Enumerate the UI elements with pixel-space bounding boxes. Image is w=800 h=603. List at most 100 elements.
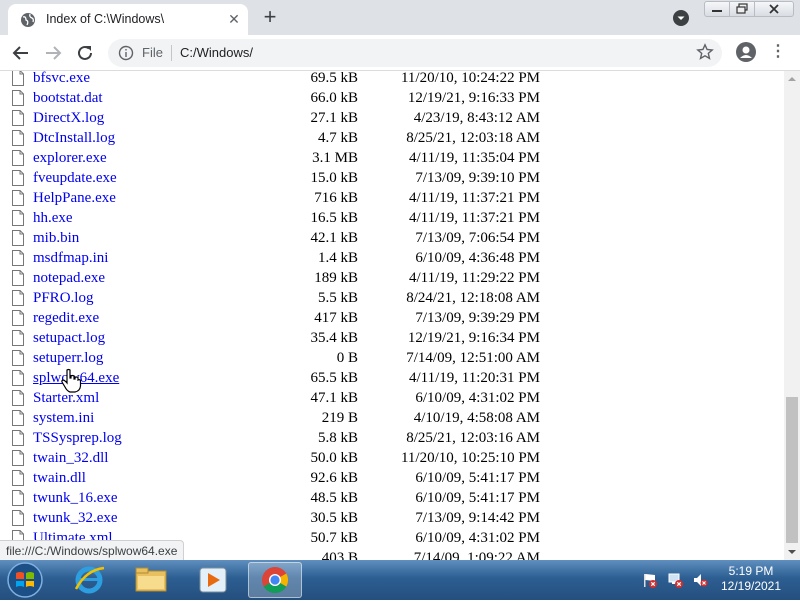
file-link[interactable]: twunk_32.exe <box>33 508 118 528</box>
file-icon <box>12 490 24 506</box>
system-clock[interactable]: 5:19 PM 12/19/2021 <box>710 564 792 594</box>
scroll-up-icon[interactable] <box>784 71 800 87</box>
file-date: 4/23/19, 8:43:12 AM <box>413 110 540 126</box>
file-date: 6/10/09, 5:41:17 PM <box>415 470 540 486</box>
internet-explorer-icon <box>74 566 105 594</box>
file-link[interactable]: system.ini <box>33 408 94 428</box>
taskbar-media-player[interactable] <box>186 562 240 598</box>
file-row: DtcInstall.log 4.7 kB 8/25/21, 12:03:18 AM <box>0 128 784 148</box>
file-date: 8/24/21, 12:18:08 AM <box>406 290 540 306</box>
start-orb-icon[interactable] <box>4 561 46 599</box>
menu-icon[interactable]: ⋮ <box>770 44 786 62</box>
file-size: 403 B <box>321 550 358 560</box>
taskbar-ie[interactable] <box>62 562 116 598</box>
file-link[interactable]: regedit.exe <box>33 308 99 328</box>
tab-active[interactable]: Index of C:\Windows\ ✕ <box>8 4 248 35</box>
file-link[interactable]: PFRO.log <box>33 288 93 308</box>
file-icon <box>12 90 24 106</box>
file-icon <box>12 110 24 126</box>
omnibox-divider <box>171 45 172 61</box>
profile-avatar-icon[interactable] <box>736 42 756 62</box>
file-row: bootstat.dat 66.0 kB 12/19/21, 9:16:33 PM <box>0 88 784 108</box>
address-bar[interactable]: File C:/Windows/ <box>108 39 722 67</box>
maximize-button[interactable] <box>729 1 755 17</box>
file-date: 7/14/09, 1:09:22 AM <box>413 550 540 560</box>
taskbar-explorer[interactable] <box>124 562 178 598</box>
file-link[interactable]: twain.dll <box>33 468 86 488</box>
scheme-label: File <box>142 45 163 60</box>
info-icon[interactable] <box>118 45 134 61</box>
link-status-bubble: file:///C:/Windows/splwow64.exe <box>0 540 185 561</box>
file-row: notepad.exe 189 kB 4/11/19, 11:29:22 PM <box>0 268 784 288</box>
vertical-scrollbar[interactable] <box>784 71 800 560</box>
back-icon[interactable] <box>10 42 32 64</box>
bookmark-star-icon[interactable] <box>696 43 714 61</box>
folder-icon <box>135 567 167 592</box>
file-row: twunk_32.exe 30.5 kB 7/13/09, 9:14:42 PM <box>0 508 784 528</box>
file-size: 15.0 kB <box>310 170 358 186</box>
file-icon <box>12 71 24 86</box>
minimize-icon <box>712 10 722 12</box>
file-date: 6/10/09, 4:36:48 PM <box>415 250 540 266</box>
file-row: system.ini 219 B 4/10/19, 4:58:08 AM <box>0 408 784 428</box>
file-icon <box>12 130 24 146</box>
file-date: 4/10/19, 4:58:08 AM <box>413 410 540 426</box>
file-date: 7/13/09, 9:39:29 PM <box>415 310 540 326</box>
file-link[interactable]: setuperr.log <box>33 348 103 368</box>
file-link[interactable]: mib.bin <box>33 228 79 248</box>
file-link[interactable]: twunk_16.exe <box>33 488 118 508</box>
file-icon <box>12 470 24 486</box>
close-icon <box>769 4 779 14</box>
file-link[interactable]: bfsvc.exe <box>33 71 90 88</box>
file-icon <box>12 410 24 426</box>
new-tab-button[interactable]: + <box>258 6 282 30</box>
file-link[interactable]: DtcInstall.log <box>33 128 115 148</box>
clock-date: 12/19/2021 <box>720 579 782 593</box>
file-link[interactable]: notepad.exe <box>33 268 105 288</box>
file-link[interactable]: explorer.exe <box>33 148 107 168</box>
taskbar-chrome[interactable] <box>248 562 302 598</box>
file-link[interactable]: DirectX.log <box>33 108 104 128</box>
file-date: 7/13/09, 9:14:42 PM <box>415 510 540 526</box>
clock-time: 5:19 PM <box>728 564 774 578</box>
file-icon <box>12 430 24 446</box>
file-row: twain_32.dll 50.0 kB 11/20/10, 10:25:10 PM <box>0 448 784 468</box>
file-row: setuperr.log 0 B 7/14/09, 12:51:00 AM <box>0 348 784 368</box>
chrome-icon <box>262 567 289 594</box>
file-link[interactable]: twain_32.dll <box>33 448 108 468</box>
forward-icon[interactable] <box>42 42 64 64</box>
file-date: 11/20/10, 10:25:10 PM <box>400 450 540 466</box>
file-size: 69.5 kB <box>310 71 358 86</box>
file-icon <box>12 370 24 386</box>
file-size: 42.1 kB <box>310 230 358 246</box>
file-link[interactable]: setupact.log <box>33 328 105 348</box>
scrollbar-thumb[interactable] <box>786 397 798 543</box>
minimize-button[interactable] <box>704 1 730 17</box>
file-row: HelpPane.exe 716 kB 4/11/19, 11:37:21 PM <box>0 188 784 208</box>
file-row: hh.exe 16.5 kB 4/11/19, 11:37:21 PM <box>0 208 784 228</box>
file-size: 0 B <box>336 350 358 366</box>
file-icon <box>12 450 24 466</box>
file-row: Starter.xml 47.1 kB 6/10/09, 4:31:02 PM <box>0 388 784 408</box>
reload-icon[interactable] <box>74 42 96 64</box>
file-link[interactable]: bootstat.dat <box>33 88 103 108</box>
file-link[interactable]: hh.exe <box>33 208 73 228</box>
file-size: 3.1 MB <box>312 150 358 166</box>
file-row: fveupdate.exe 15.0 kB 7/13/09, 9:39:10 PM <box>0 168 784 188</box>
file-size: 47.1 kB <box>310 390 358 406</box>
file-link[interactable]: msdfmap.ini <box>33 248 108 268</box>
file-icon <box>12 150 24 166</box>
file-link[interactable]: fveupdate.exe <box>33 168 117 188</box>
file-link[interactable]: HelpPane.exe <box>33 188 116 208</box>
close-window-button[interactable] <box>754 1 794 17</box>
url-text[interactable]: C:/Windows/ <box>180 45 253 60</box>
action-center-flag-icon[interactable] <box>642 572 658 588</box>
scroll-down-icon[interactable] <box>784 544 800 560</box>
file-date: 6/10/09, 4:31:02 PM <box>415 390 540 406</box>
file-row: PFRO.log 5.5 kB 8/24/21, 12:18:08 AM <box>0 288 784 308</box>
close-tab-icon[interactable]: ✕ <box>226 11 242 27</box>
tab-search-icon[interactable] <box>672 9 690 27</box>
volume-muted-icon[interactable] <box>692 572 708 588</box>
file-link[interactable]: TSSysprep.log <box>33 428 122 448</box>
network-icon[interactable] <box>668 572 684 588</box>
